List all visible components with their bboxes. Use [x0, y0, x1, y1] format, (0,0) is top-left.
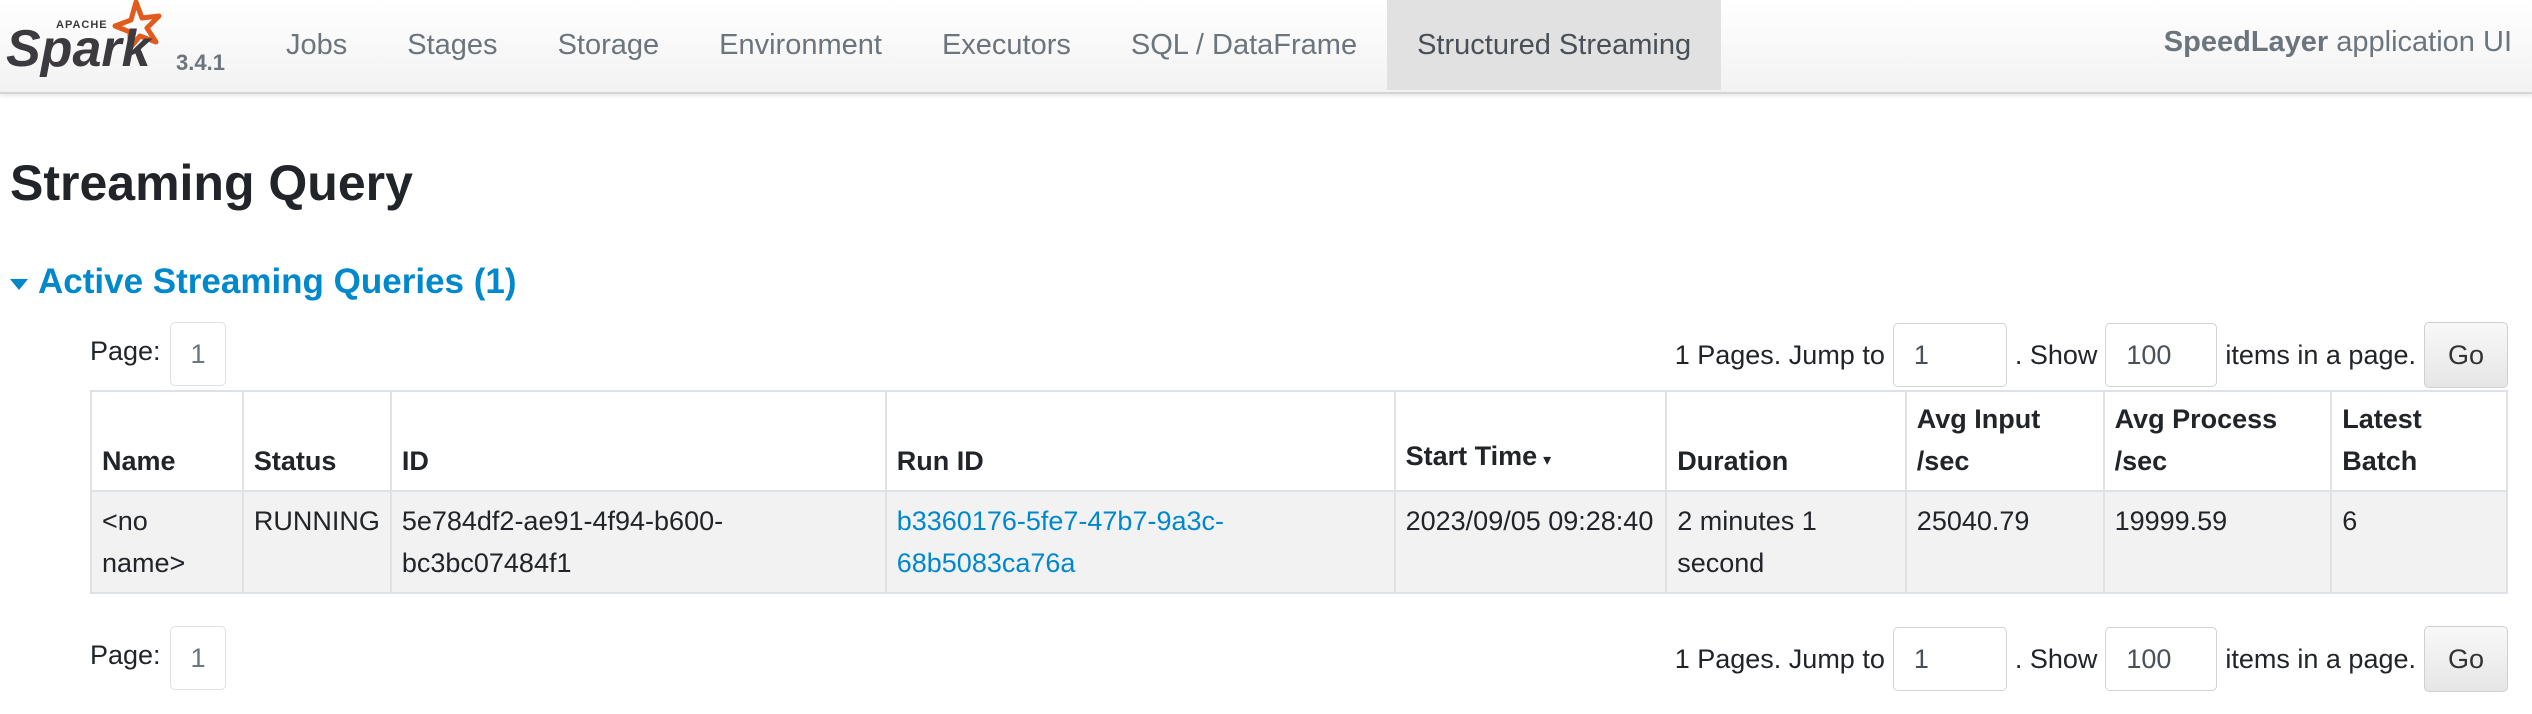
- column-header-label: Name: [102, 446, 176, 476]
- column-header-label: Avg Process /sec: [2114, 404, 2278, 476]
- cell-latest-batch: 6: [2330, 490, 2508, 594]
- page-label: Page:: [90, 336, 161, 366]
- cell-duration: 2 minutes 1 second: [1665, 490, 1907, 594]
- go-button[interactable]: Go: [2424, 322, 2508, 388]
- active-queries-toggle[interactable]: Active Streaming Queries (1): [10, 262, 517, 302]
- top-navbar: APACHE Spark 3.4.1 Jobs Stages Storage E…: [0, 0, 2532, 94]
- pagination-bottom: Page: 1 1 Pages. Jump to . Show items in…: [90, 624, 2508, 694]
- column-header-avg-input[interactable]: Avg Input /sec: [1904, 390, 2105, 492]
- cell-status: RUNNING: [241, 490, 392, 594]
- column-header-duration[interactable]: Duration: [1665, 390, 1907, 492]
- column-header-label: Start Time: [1405, 441, 1538, 471]
- jump-to-page-input[interactable]: [1892, 627, 2007, 691]
- pages-text: 1 Pages. Jump to: [1674, 339, 1885, 370]
- cell-avg-process: 19999.59: [2102, 490, 2333, 594]
- spark-logo-icon: APACHE Spark: [6, 0, 162, 78]
- column-header-avg-process[interactable]: Avg Process /sec: [2102, 390, 2333, 492]
- cell-start-time: 2023/09/05 09:28:40: [1393, 490, 1668, 594]
- pages-text: 1 Pages. Jump to: [1674, 643, 1885, 674]
- column-header-label: Avg Input /sec: [1916, 404, 2041, 476]
- items-text: items in a page.: [2225, 339, 2416, 370]
- page-link-current[interactable]: 1: [170, 626, 226, 690]
- go-button[interactable]: Go: [2424, 626, 2508, 692]
- run-id-link[interactable]: b3360176-5fe7-47b7-9a3c-68b5083ca76a: [897, 506, 1224, 578]
- show-text: . Show: [2014, 643, 2098, 674]
- column-header-name[interactable]: Name: [90, 390, 244, 492]
- column-header-id[interactable]: ID: [389, 390, 887, 492]
- page-size-input[interactable]: [2105, 627, 2218, 691]
- column-header-label: Duration: [1677, 446, 1789, 476]
- nav-tabs: Jobs Stages Storage Environment Executor…: [256, 0, 1722, 92]
- application-name: SpeedLayer: [2163, 26, 2329, 58]
- tab-executors[interactable]: Executors: [912, 0, 1101, 90]
- spark-logo-wordmark: Spark: [6, 20, 154, 78]
- spark-version: 3.4.1: [176, 50, 225, 75]
- column-header-status[interactable]: Status: [241, 390, 392, 492]
- column-header-label: Status: [253, 446, 337, 476]
- active-queries-table: Name Status ID Run ID Start Time ▾ Durati…: [90, 390, 2508, 594]
- tab-environment[interactable]: Environment: [689, 0, 912, 90]
- column-header-latest-batch[interactable]: Latest Batch: [2330, 390, 2508, 492]
- page-label: Page:: [90, 640, 161, 670]
- spark-logo[interactable]: APACHE Spark 3.4.1: [6, 0, 236, 92]
- tab-jobs[interactable]: Jobs: [256, 0, 377, 90]
- page-size-form: 1 Pages. Jump to . Show items in a page.…: [1675, 626, 2508, 692]
- jump-to-page-input[interactable]: [1892, 323, 2007, 387]
- page-size-form: 1 Pages. Jump to . Show items in a page.…: [1675, 322, 2508, 388]
- tab-sql-dataframe[interactable]: SQL / DataFrame: [1101, 0, 1387, 90]
- cell-avg-input: 25040.79: [1904, 490, 2105, 594]
- pagination-top: Page: 1 1 Pages. Jump to . Show items in…: [90, 320, 2508, 390]
- section-title: Active Streaming Queries (1): [38, 262, 517, 301]
- page-size-input[interactable]: [2105, 323, 2218, 387]
- page-link-current[interactable]: 1: [170, 322, 226, 386]
- sort-descending-icon: ▾: [1543, 452, 1552, 469]
- column-header-run-id[interactable]: Run ID: [884, 390, 1396, 492]
- tab-structured-streaming[interactable]: Structured Streaming: [1387, 0, 1722, 90]
- show-text: . Show: [2014, 339, 2098, 370]
- application-suffix: application UI: [2336, 26, 2512, 58]
- column-header-label: Latest Batch: [2342, 404, 2422, 476]
- column-header-label: Run ID: [896, 446, 984, 476]
- cell-id: 5e784df2-ae91-4f94-b600-bc3bc07484f1: [389, 490, 887, 594]
- tab-storage[interactable]: Storage: [528, 0, 690, 90]
- table-row: <no name> RUNNING 5e784df2-ae91-4f94-b60…: [90, 490, 2508, 594]
- items-text: items in a page.: [2225, 643, 2416, 674]
- tab-stages[interactable]: Stages: [377, 0, 527, 90]
- table-header-row: Name Status ID Run ID Start Time ▾ Durati…: [90, 390, 2508, 492]
- application-title: SpeedLayer application UI: [2164, 26, 2512, 59]
- caret-down-icon: [10, 278, 28, 290]
- cell-name: <no name>: [90, 490, 244, 594]
- cell-run-id: b3360176-5fe7-47b7-9a3c-68b5083ca76a: [884, 490, 1396, 594]
- column-header-start-time[interactable]: Start Time ▾: [1393, 390, 1668, 492]
- page-title: Streaming Query: [10, 155, 413, 211]
- column-header-label: ID: [401, 446, 429, 476]
